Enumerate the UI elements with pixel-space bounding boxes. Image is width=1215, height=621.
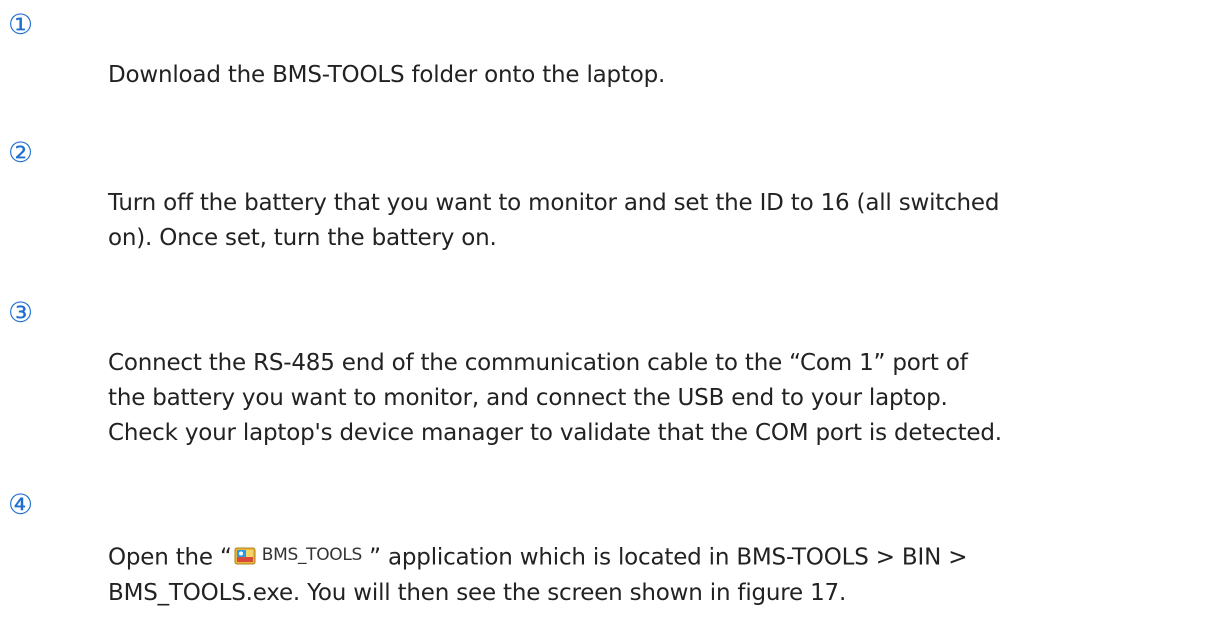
step-3-line-3: Check your laptop's device manager to va… — [108, 420, 1002, 446]
step-4-line-2: BMS_TOOLS.exe. You will then see the scr… — [108, 579, 847, 606]
step-4-line-1-after: ” application which is located in BMS-TO… — [362, 544, 968, 571]
step-4-line-1: Open the “ BMS_TOOLS ” application which… — [108, 538, 1208, 576]
step-2-text: Turn off the battery that you want to mo… — [108, 186, 1208, 256]
bms-tools-app-name: BMS_TOOLS — [261, 545, 363, 565]
step-4-text: Open the “ BMS_TOOLS ” application which… — [108, 538, 1208, 611]
bms-tools-app-reference: BMS_TOOLS — [232, 538, 362, 573]
step-2-line-2: on). Once set, turn the battery on. — [108, 225, 497, 251]
step-number-3: ③ — [8, 296, 34, 329]
step-3-line-1: Connect the RS-485 end of the communicat… — [108, 350, 968, 376]
step-1-line-1: Download the BMS-TOOLS folder onto the l… — [108, 62, 666, 88]
step-1-text: Download the BMS-TOOLS folder onto the l… — [108, 58, 1208, 93]
step-2-line-1: Turn off the battery that you want to mo… — [108, 190, 1000, 216]
step-3-text: Connect the RS-485 end of the communicat… — [108, 346, 1208, 451]
bms-tools-app-icon — [234, 547, 256, 564]
step-4-line-1-before: Open the “ — [108, 544, 232, 571]
step-number-1: ① — [8, 8, 34, 41]
step-number-4: ④ — [8, 488, 34, 521]
step-number-2: ② — [8, 136, 34, 169]
step-3-line-2: the battery you want to monitor, and con… — [108, 385, 948, 411]
